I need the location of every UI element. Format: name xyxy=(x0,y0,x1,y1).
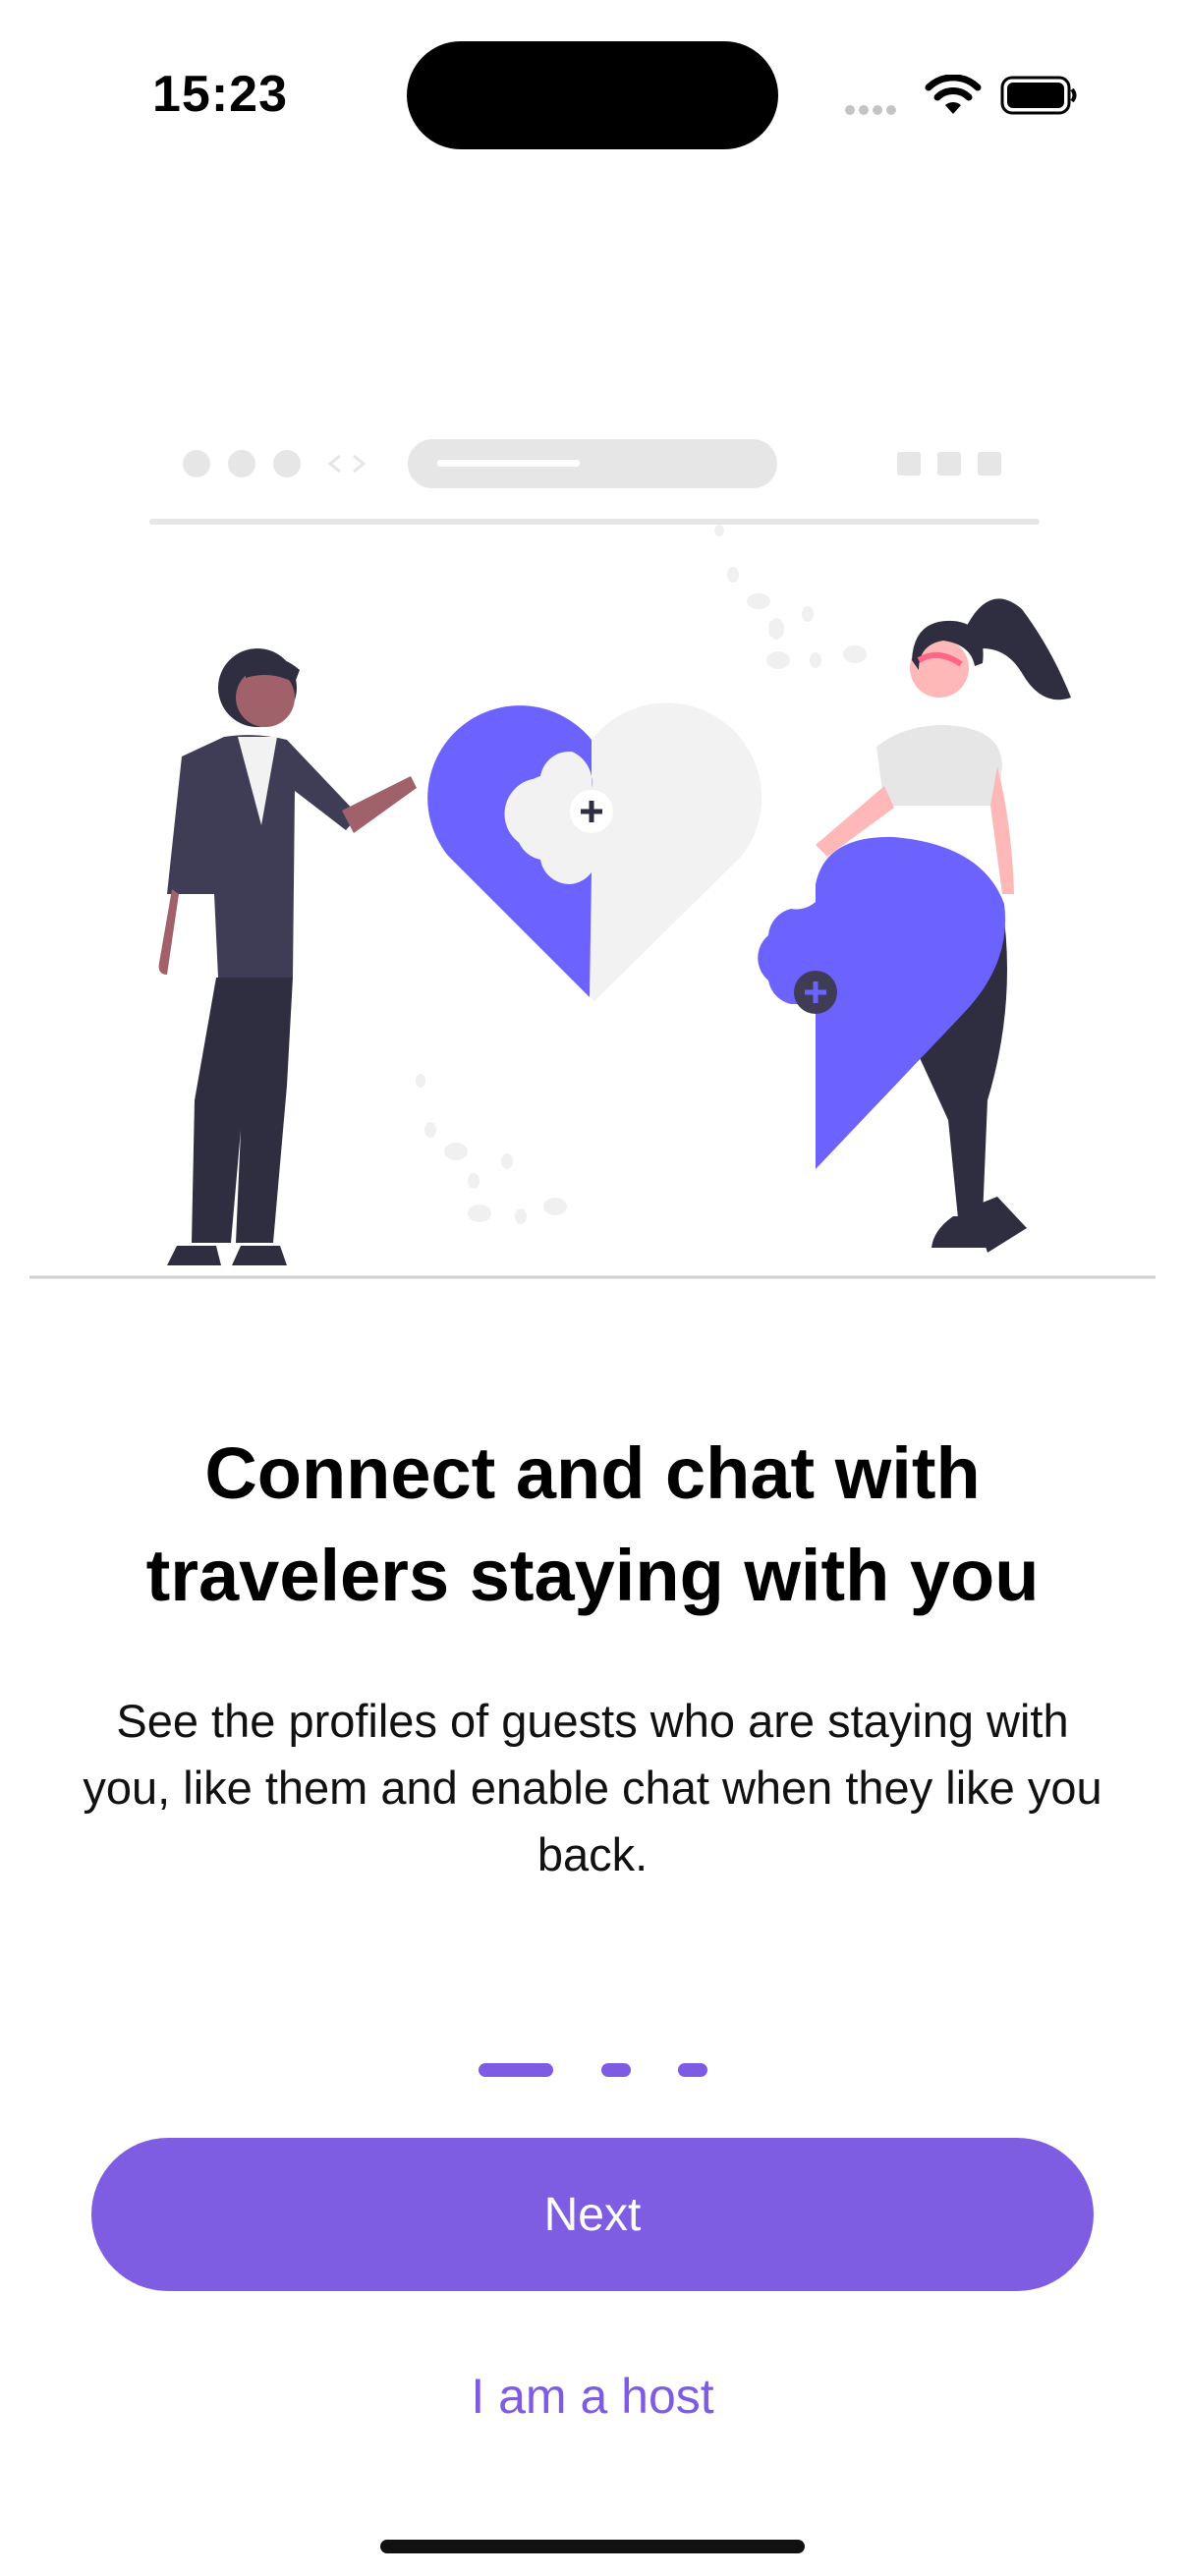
heart-puzzle-graphic xyxy=(427,702,762,1001)
page-indicator-dot xyxy=(678,2063,707,2077)
onboarding-title: Connect and chat with travelers staying … xyxy=(145,1432,1040,1616)
page-indicator-active xyxy=(479,2063,553,2077)
battery-icon xyxy=(1000,76,1077,115)
page-indicator-dot xyxy=(601,2063,631,2077)
i-am-a-host-link[interactable]: I am a host xyxy=(0,2368,1185,2425)
wifi-icon xyxy=(925,75,982,114)
home-indicator[interactable] xyxy=(380,2540,805,2553)
dynamic-island xyxy=(407,41,778,149)
signal-dots-icon xyxy=(845,102,900,120)
onboarding-description: See the profiles of guests who are stayi… xyxy=(83,1695,1102,1880)
onboarding-illustration xyxy=(29,439,1156,1279)
browser-bar-graphic xyxy=(149,439,1040,525)
page-indicator xyxy=(0,2063,1185,2083)
next-button[interactable]: Next xyxy=(91,2138,1094,2291)
status-time: 15:23 xyxy=(152,66,288,123)
status-bar: 15:23 xyxy=(0,0,1185,196)
status-icons xyxy=(845,71,1081,120)
man-figure xyxy=(158,648,417,1265)
